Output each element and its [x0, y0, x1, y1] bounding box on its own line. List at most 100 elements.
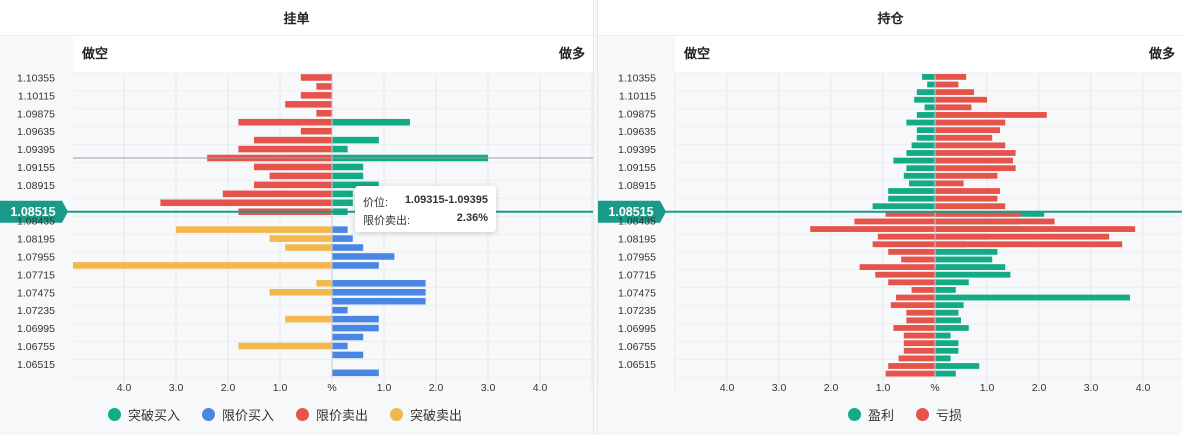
legend-marker-icon	[916, 407, 930, 421]
x-tick-label: 2.0	[1032, 382, 1047, 394]
orders-tooltip: 价位: 1.09315-1.09395 限价卖出: 2.36%	[355, 186, 496, 232]
x-tick-label: 4.0	[533, 382, 548, 394]
legend-marker-icon	[390, 407, 404, 421]
bar-limit-sell	[238, 145, 332, 153]
bar-loss-short	[898, 355, 935, 362]
legend-marker-icon	[202, 407, 216, 421]
x-tick-label: 1.0	[377, 382, 392, 394]
bar-loss-long	[935, 81, 959, 88]
bar-loss-long	[935, 195, 998, 202]
bar-limit-sell	[300, 92, 332, 99]
bar-profit-long	[935, 287, 956, 293]
bar-loss-short	[903, 332, 935, 339]
bar-loss-long	[935, 119, 1006, 126]
bar-loss-short	[859, 264, 935, 270]
bar-limit-buy	[332, 244, 364, 251]
bar-profit-short	[916, 134, 935, 141]
bar-loss-short	[888, 279, 935, 286]
y-tick-label: 1.08195	[618, 234, 656, 246]
bar-limit-sell	[222, 190, 332, 198]
bar-profit-long	[935, 248, 998, 255]
y-tick-label: 1.09395	[17, 144, 55, 156]
y-tick-label: 1.09875	[17, 108, 55, 120]
legend-marker-icon	[108, 407, 121, 421]
legend-label: 突破卖出	[410, 407, 463, 423]
bar-breakout-sell	[269, 235, 332, 242]
y-tick-label: 1.07235	[618, 305, 656, 317]
bar-loss-short	[903, 347, 935, 354]
x-tick-label: 3.0	[169, 382, 184, 394]
bar-profit-short	[922, 74, 935, 80]
bar-loss-long	[935, 157, 1013, 164]
y-tick-label: 1.10115	[619, 90, 656, 102]
bar-loss-short	[903, 340, 935, 347]
bar-profit-short	[916, 112, 935, 118]
bar-profit-long	[935, 302, 964, 309]
x-tick-label: 4.0	[117, 382, 132, 394]
bar-loss-long	[935, 233, 1110, 240]
bar-profit-short	[872, 203, 935, 210]
y-axis-labels: 1.10355 1.10115 1.09875 1.09635 1.09395 1.091…	[17, 72, 55, 370]
x-axis-labels: 4.0 3.0 2.0 1.0% 1.0 2.0 3.0 4.0	[117, 382, 548, 394]
y-tick-label: 1.06755	[17, 341, 55, 353]
legend-item[interactable]: 限价买入	[202, 405, 274, 424]
x-tick-label: 4.0	[720, 382, 735, 394]
y-tick-label: 1.09875	[618, 108, 656, 120]
bar-limit-sell	[254, 163, 332, 171]
legend-item[interactable]: 盈利	[848, 405, 894, 424]
y-tick-label: 1.10115	[18, 90, 55, 102]
positions-panel: 持仓 做空 做多 1.08515 1.10355 1.10115 1.09875 1.096…	[597, 0, 1182, 435]
bar-profit-long	[935, 271, 1011, 278]
positions-legend: 盈利 亏损	[848, 403, 962, 425]
legend-item[interactable]: 亏损	[916, 405, 962, 424]
short-side-label: 做空	[683, 46, 710, 61]
bar-profit-long	[935, 325, 969, 331]
y-tick-label: 1.09395	[618, 144, 656, 156]
bar-loss-long	[935, 188, 1000, 194]
tooltip-metric-label: 限价卖出:	[363, 215, 411, 227]
bar-limit-buy	[332, 289, 426, 296]
legend-item[interactable]: 突破卖出	[390, 405, 462, 424]
y-tick-label: 1.06995	[618, 323, 656, 335]
bar-breakout-sell	[285, 244, 332, 251]
bar-loss-long	[935, 127, 1000, 134]
plot-area	[675, 73, 1182, 378]
y-tick-label: 1.06515	[17, 359, 55, 371]
bar-loss-long	[935, 142, 1006, 149]
positions-butterfly-chart[interactable]: 做空 做多1.085151.103551.101151.098751.096351…	[598, 36, 1182, 396]
bar-breakout-buy	[332, 136, 379, 144]
bar-profit-short	[927, 81, 935, 88]
bar-loss-short	[875, 271, 935, 278]
bar-breakout-buy	[332, 118, 410, 126]
y-tick-label: 1.06995	[17, 323, 55, 335]
short-side-label: 做空	[81, 46, 108, 61]
orders-butterfly-chart[interactable]: 做空 做多1.085151.103551.101151.098751.096351…	[0, 36, 593, 396]
bar-profit-short	[906, 119, 935, 126]
bar-loss-long	[935, 165, 1016, 172]
bar-loss-short	[877, 233, 935, 240]
y-tick-label: 1.08915	[618, 180, 656, 192]
legend-marker-icon	[848, 407, 861, 421]
tooltip-range-label: 价位:	[363, 197, 389, 209]
bar-profit-short	[888, 195, 935, 202]
bar-limit-sell	[238, 118, 332, 126]
bar-loss-short	[885, 370, 935, 377]
x-tick-label: 2.0	[221, 382, 236, 394]
bar-profit-long	[935, 370, 956, 377]
x-tick-label: 1.0	[273, 382, 288, 394]
bar-loss-long	[935, 203, 1006, 210]
y-tick-label: 1.06515	[618, 359, 656, 371]
legend-item[interactable]: 限价卖出	[296, 405, 368, 424]
bar-loss-long	[935, 218, 1055, 225]
bar-limit-buy	[332, 253, 395, 260]
y-tick-label: 1.10355	[618, 72, 656, 84]
bar-profit-short	[916, 127, 935, 134]
orders-panel: 挂单 做空 做多 1.08515 1.10355 1.10115 1.09875 1.096…	[0, 0, 594, 435]
legend-item[interactable]: 突破买入	[108, 405, 180, 424]
orders-panel-title: 挂单	[0, 0, 593, 36]
bar-loss-long	[935, 112, 1047, 118]
bar-limit-sell	[269, 172, 332, 180]
bar-loss-short	[888, 363, 935, 369]
bar-limit-sell	[300, 127, 332, 135]
bar-loss-short	[890, 302, 935, 309]
